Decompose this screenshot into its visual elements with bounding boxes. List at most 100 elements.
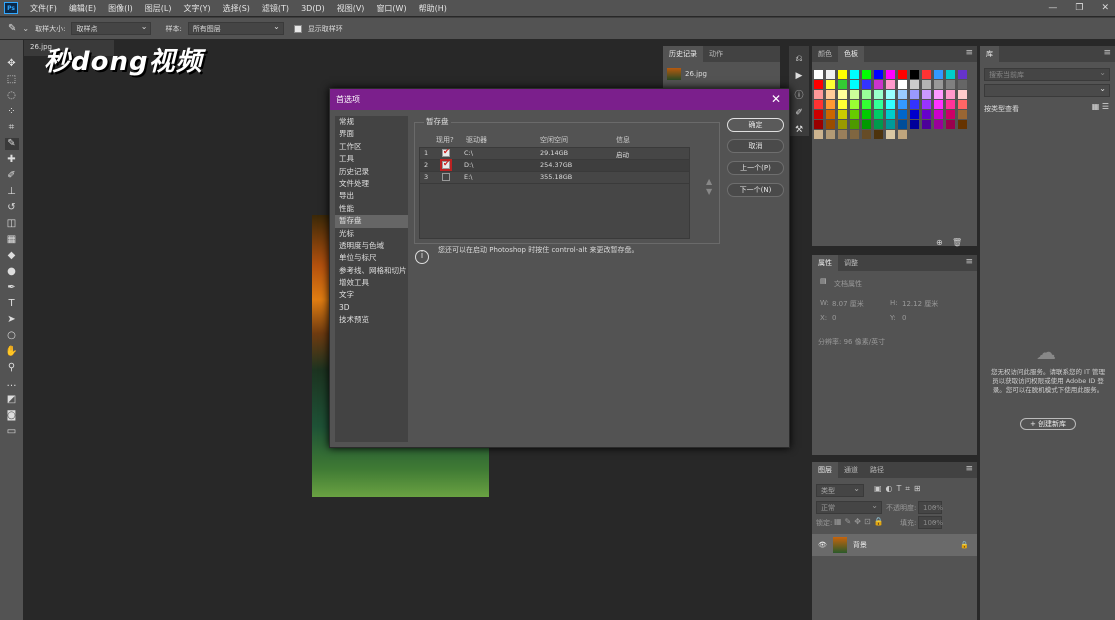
color-swatch[interactable] [814,130,823,139]
color-swatch[interactable] [850,130,859,139]
dodge-tool-icon[interactable]: ● [5,266,19,278]
color-swatch[interactable] [862,80,871,89]
ok-button[interactable]: 确定 [727,118,784,132]
color-swatch[interactable] [922,110,931,119]
category-item[interactable]: 工具 [335,153,408,165]
eyedropper-tool-icon[interactable]: ✎ [4,138,19,150]
color-swatch[interactable] [850,110,859,119]
quick-mask-icon[interactable]: ◙ [5,410,19,422]
prev-button[interactable]: 上一个(P) [727,161,784,175]
menu-window[interactable]: 窗口(W) [370,3,412,14]
delete-swatch-icon[interactable]: 🗑 [952,238,962,247]
quick-select-tool-icon[interactable]: ⁘ [5,106,19,118]
close-icon[interactable]: ✕ [771,89,781,110]
tab-actions[interactable]: 动作 [703,46,729,62]
type-tool-icon[interactable]: T [5,298,19,310]
screen-mode-icon[interactable]: ▭ [5,426,19,438]
color-swatch[interactable] [814,100,823,109]
color-swatch[interactable] [874,100,883,109]
move-down-icon[interactable]: ▼ [706,187,712,196]
color-swatch[interactable] [838,120,847,129]
width-value[interactable]: 8.07 厘米 [832,299,864,309]
color-swatch[interactable] [874,80,883,89]
color-swatch[interactable] [874,120,883,129]
photoshop-logo-icon[interactable]: Ps [4,2,18,14]
color-swatch[interactable] [850,80,859,89]
color-swatch[interactable] [850,90,859,99]
color-swatch[interactable] [826,70,835,79]
gradient-tool-icon[interactable]: ▦ [5,234,19,246]
category-item[interactable]: 透明度与色域 [335,240,408,252]
color-swatch[interactable] [850,70,859,79]
color-swatch[interactable] [910,110,919,119]
color-swatch[interactable] [874,70,883,79]
history-item[interactable]: 26.jpg [663,66,780,82]
sample-size-select[interactable]: 取样点 [71,21,152,35]
x-value[interactable]: 0 [832,314,836,322]
tab-layers[interactable]: 图层 [812,462,838,478]
color-swatch[interactable] [886,90,895,99]
category-item[interactable]: 参考线、网格和切片 [335,265,408,277]
color-swatch[interactable] [838,110,847,119]
category-item[interactable]: 界面 [335,128,408,140]
drive-checkbox[interactable] [442,173,450,181]
color-swatch[interactable] [910,70,919,79]
color-swatch[interactable] [946,90,955,99]
new-swatch-icon[interactable]: ⊕ [936,238,943,247]
library-view-select[interactable]: 按类型查看 [984,104,1019,114]
color-swatch[interactable] [898,130,907,139]
color-swatch[interactable] [934,120,943,129]
tool-preset-chevron-icon[interactable]: ⌄ [22,24,29,33]
drive-checkbox[interactable] [442,147,450,157]
color-swatch[interactable] [862,90,871,99]
tab-channels[interactable]: 通道 [838,462,864,478]
move-tool-icon[interactable]: ✥ [5,58,19,70]
color-swatch[interactable] [934,70,943,79]
color-swatch[interactable] [922,80,931,89]
healing-tool-icon[interactable]: ✚ [5,154,19,166]
panel-menu-icon[interactable]: ≡ [965,464,973,474]
color-swatch[interactable] [826,80,835,89]
color-swatch[interactable] [838,70,847,79]
layer-filter-select[interactable]: 类型 [816,483,864,497]
color-swatch[interactable] [898,90,907,99]
category-item[interactable]: 导出 [335,190,408,202]
category-item[interactable]: 文件处理 [335,178,408,190]
table-row[interactable]: 2 D:\ 254.37GB [420,159,689,172]
color-swatch[interactable] [958,70,967,79]
color-swatch[interactable] [862,130,871,139]
tab-history[interactable]: 历史记录 [663,46,703,62]
category-item[interactable]: 增效工具 [335,277,408,289]
visibility-eye-icon[interactable]: 👁 [818,541,827,549]
panel-menu-icon[interactable]: ≡ [965,257,973,267]
color-swatch[interactable] [934,90,943,99]
color-swatch[interactable] [886,70,895,79]
color-swatch[interactable] [826,130,835,139]
shape-tool-icon[interactable]: ○ [5,330,19,342]
color-swatch[interactable] [838,100,847,109]
menu-filter[interactable]: 滤镜(T) [256,3,295,14]
color-swatch[interactable] [838,130,847,139]
color-swatch[interactable] [958,120,967,129]
tab-color[interactable]: 颜色 [812,46,838,62]
color-swatch[interactable] [934,100,943,109]
menu-file[interactable]: 文件(F) [24,3,63,14]
stamp-tool-icon[interactable]: ⊥ [5,186,19,198]
color-swatch[interactable] [898,110,907,119]
color-swatch[interactable] [910,80,919,89]
color-swatch[interactable] [838,80,847,89]
color-swatch[interactable] [874,110,883,119]
tab-paths[interactable]: 路径 [864,462,890,478]
category-item[interactable]: 历史记录 [335,166,408,178]
color-swatch[interactable] [886,130,895,139]
category-item[interactable]: 性能 [335,203,408,215]
lasso-tool-icon[interactable]: ◌ [5,90,19,102]
color-swatch[interactable] [862,120,871,129]
color-swatch[interactable] [814,70,823,79]
library-search-input[interactable]: 搜索当前库 [984,67,1110,81]
menu-3d[interactable]: 3D(D) [295,4,331,13]
menu-view[interactable]: 视图(V) [331,3,371,14]
color-swatch[interactable] [874,130,883,139]
layer-filter-icons[interactable]: ▣◐T⌗⊞ [874,484,925,494]
color-swatch[interactable] [958,100,967,109]
